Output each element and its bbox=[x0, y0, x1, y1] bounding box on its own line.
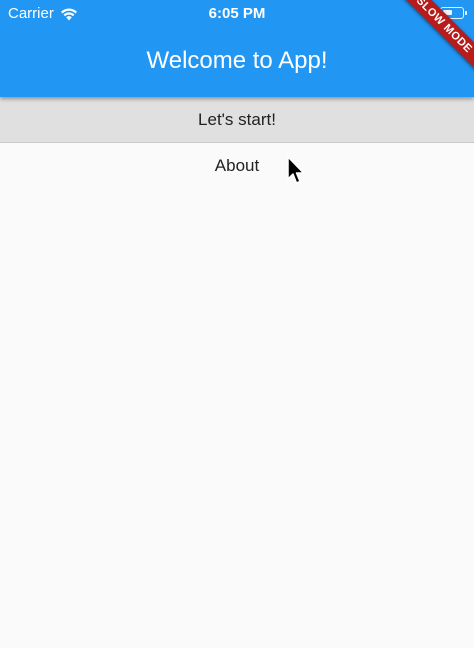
status-bar: Carrier 6:05 PM bbox=[0, 0, 474, 28]
status-time: 6:05 PM bbox=[208, 5, 266, 22]
lets-start-button[interactable]: Let's start! bbox=[0, 97, 474, 143]
cursor-arrow-icon bbox=[287, 156, 305, 184]
about-button[interactable]: About bbox=[0, 145, 474, 187]
app-bar: Carrier 6:05 PM Welcome to App! SLOW MOD… bbox=[0, 0, 474, 97]
page-title: Welcome to App! bbox=[146, 47, 328, 74]
